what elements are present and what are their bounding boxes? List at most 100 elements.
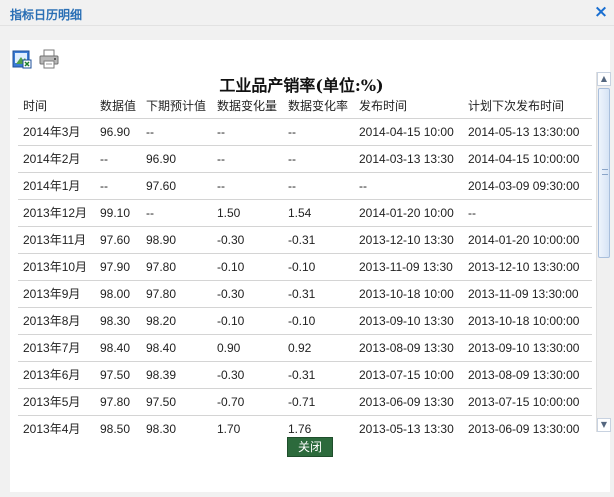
cell-time: 2013年9月 xyxy=(23,287,81,301)
cell-release-time: 2014-04-15 10:00 xyxy=(359,125,454,139)
cell-release-time: 2013-09-10 13:30 xyxy=(359,314,454,328)
table-row: 2013年12月 99.10 -- 1.50 1.54 2014-01-20 10:00-… xyxy=(18,199,592,226)
dialog-window: 指标日历明细 × 工业品产销率(单位:%) 时间 数据值 下期预计值 数据变化量… xyxy=(0,0,614,497)
cell-release-time: 2013-05-13 13:30 xyxy=(359,422,454,434)
cell-next-release-time: -- xyxy=(468,206,476,220)
cell-next-forecast: 96.90 xyxy=(146,152,177,166)
table-row: 2013年10月 97.90 97.80 -0.10 -0.10 2013-11-09 1… xyxy=(18,253,592,280)
cell-change-rate: 1.54 xyxy=(288,206,312,220)
cell-change-amount: 1.70 xyxy=(217,422,241,434)
header-change-rate: 数据变化率 xyxy=(288,99,349,113)
table-title: 工业品产销率(单位:%) xyxy=(219,76,384,95)
cell-release-time: 2013-06-09 13:30 xyxy=(359,395,454,409)
excel-export-icon[interactable] xyxy=(12,49,32,69)
header-release-time: 发布时间 xyxy=(359,99,408,113)
table-header-row: 时间 数据值 下期预计值 数据变化量 数据变化率 发布时间 计划下次发布时间 xyxy=(10,94,593,118)
cell-release-time: 2013-07-15 10:00 xyxy=(359,368,454,382)
cell-value: 97.50 xyxy=(100,368,131,382)
cell-time: 2014年1月 xyxy=(23,179,81,193)
cell-value: 97.80 xyxy=(100,395,131,409)
cell-next-release-time: 2014-04-15 10:00:00 xyxy=(468,152,580,166)
cell-value: 98.40 xyxy=(100,341,131,355)
table-row: 2013年6月 97.50 98.39 -0.30 -0.31 2013-07-15 10… xyxy=(18,361,592,388)
cell-next-forecast: -- xyxy=(146,206,154,220)
cell-next-release-time: 2013-09-10 13:30:00 xyxy=(468,341,580,355)
cell-value: 97.90 xyxy=(100,260,131,274)
header-change-amount: 数据变化量 xyxy=(217,99,278,113)
cell-change-rate: -0.31 xyxy=(288,368,316,382)
cell-change-rate: 0.92 xyxy=(288,341,312,355)
dialog-content: 工业品产销率(单位:%) 时间 数据值 下期预计值 数据变化量 数据变化率 发布… xyxy=(10,40,611,492)
table-row: 2014年1月 -- 97.60 -- -- -- 2014-03-09 09:30:00 xyxy=(18,172,592,199)
cell-change-amount: -- xyxy=(217,125,225,139)
cell-time: 2013年5月 xyxy=(23,395,81,409)
table-row: 2013年4月 98.50 98.30 1.70 1.76 2013-05-13 13:3… xyxy=(18,415,592,434)
cell-next-forecast: 97.50 xyxy=(146,395,177,409)
table-row: 2013年7月 98.40 98.40 0.90 0.92 2013-08-09 13:3… xyxy=(18,334,592,361)
cell-change-amount: -- xyxy=(217,179,225,193)
cell-change-rate: -0.31 xyxy=(288,233,316,247)
cell-next-forecast: 97.60 xyxy=(146,179,177,193)
cell-release-time: 2013-12-10 13:30 xyxy=(359,233,454,247)
cell-next-release-time: 2014-01-20 10:00:00 xyxy=(468,233,580,247)
cell-change-amount: -0.30 xyxy=(217,368,245,382)
cell-time: 2013年11月 xyxy=(23,233,87,247)
scroll-down-icon[interactable]: ▼ xyxy=(597,418,611,432)
table-row: 2013年8月 98.30 98.20 -0.10 -0.10 2013-09-10 13… xyxy=(18,307,592,334)
dialog-title: 指标日历明细 xyxy=(10,8,83,22)
cell-change-amount: -0.30 xyxy=(217,287,245,301)
header-next-forecast: 下期预计值 xyxy=(146,99,207,113)
cell-next-release-time: 2014-03-09 09:30:00 xyxy=(468,179,580,193)
cell-change-rate: -- xyxy=(288,179,296,193)
scrollbar-grip-icon xyxy=(602,169,608,175)
indicator-table: 工业品产销率(单位:%) 时间 数据值 下期预计值 数据变化量 数据变化率 发布… xyxy=(10,72,610,434)
cell-change-amount: 0.90 xyxy=(217,341,241,355)
cell-next-release-time: 2013-08-09 13:30:00 xyxy=(468,368,580,382)
cell-value: -- xyxy=(100,152,108,166)
scroll-up-icon[interactable]: ▲ xyxy=(597,72,611,86)
cell-next-release-time: 2013-07-15 10:00:00 xyxy=(468,395,580,409)
table-row: 2013年5月 97.80 97.50 -0.70 -0.71 2013-06-09 13… xyxy=(18,388,592,415)
cell-value: -- xyxy=(100,179,108,193)
scrollbar-thumb[interactable] xyxy=(598,88,610,258)
cell-release-time: 2013-08-09 13:30 xyxy=(359,341,454,355)
cell-value: 98.00 xyxy=(100,287,131,301)
cell-change-rate: -0.31 xyxy=(288,287,316,301)
cell-next-forecast: 98.20 xyxy=(146,314,177,328)
cell-release-time: 2014-01-20 10:00 xyxy=(359,206,454,220)
cell-release-time: -- xyxy=(359,179,367,193)
cell-time: 2013年12月 xyxy=(23,206,88,220)
cell-change-amount: -- xyxy=(217,152,225,166)
cell-change-amount: -0.70 xyxy=(217,395,245,409)
cell-time: 2013年4月 xyxy=(23,422,81,434)
cell-value: 98.30 xyxy=(100,314,131,328)
table-row: 2014年3月 96.90 -- -- -- 2014-04-15 10:00 2014-0… xyxy=(18,118,592,145)
cell-change-amount: -0.10 xyxy=(217,314,245,328)
cell-change-rate: -- xyxy=(288,152,296,166)
cell-time: 2013年10月 xyxy=(23,260,88,274)
cell-next-forecast: -- xyxy=(146,125,154,139)
cell-value: 99.10 xyxy=(100,206,131,220)
cell-time: 2013年6月 xyxy=(23,368,81,382)
close-button[interactable]: 关闭 xyxy=(287,437,333,457)
cell-release-time: 2013-11-09 13:30 xyxy=(359,260,453,274)
cell-change-rate: -- xyxy=(288,125,296,139)
cell-value: 97.60 xyxy=(100,233,131,247)
table-row: 2013年11月 97.60 98.90 -0.30 -0.31 2013-12-10 1… xyxy=(18,226,592,253)
table-row: 2013年9月 98.00 97.80 -0.30 -0.31 2013-10-18 10… xyxy=(18,280,592,307)
cell-next-release-time: 2013-12-10 13:30:00 xyxy=(468,260,580,274)
cell-change-rate: -0.71 xyxy=(288,395,316,409)
table-body: 2014年3月 96.90 -- -- -- 2014-04-15 10:00 2014-0… xyxy=(18,118,592,434)
cell-next-forecast: 98.39 xyxy=(146,368,177,382)
cell-value: 96.90 xyxy=(100,125,131,139)
cell-next-forecast: 97.80 xyxy=(146,260,177,274)
cell-value: 98.50 xyxy=(100,422,131,434)
cell-time: 2014年3月 xyxy=(23,125,81,139)
header-value: 数据值 xyxy=(100,99,137,113)
close-icon[interactable]: × xyxy=(593,2,609,22)
vertical-scrollbar[interactable]: ▲ ▼ xyxy=(596,72,611,432)
printer-icon[interactable] xyxy=(39,49,59,69)
cell-next-release-time: 2014-05-13 13:30:00 xyxy=(468,125,580,139)
cell-next-forecast: 98.30 xyxy=(146,422,177,434)
table-row: 2014年2月 -- 96.90 -- -- 2014-03-13 13:30 2014-0… xyxy=(18,145,592,172)
